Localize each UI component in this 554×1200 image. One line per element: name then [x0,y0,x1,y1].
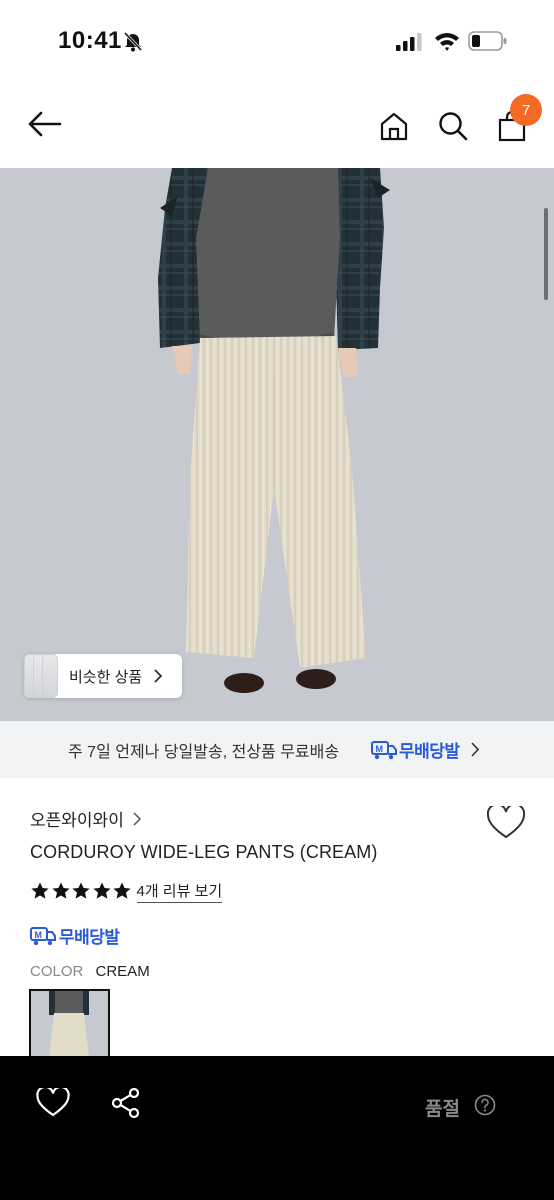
chevron-right-icon [154,669,163,683]
similar-products-label: 비슷한 상품 [69,669,143,686]
delivery-logo-text: 무배당발 [399,742,460,761]
wishlist-heart-icon[interactable] [487,806,525,840]
cart-count-badge: 7 [510,94,542,126]
arrow-left-icon [28,111,62,137]
star-icon [72,882,90,899]
status-time: 10:41 [58,27,122,54]
product-title: CORDUROY WIDE-LEG PANTS (CREAM) [30,842,378,862]
battery-icon [468,31,507,51]
bottom-action-bar: 품절 [0,1056,554,1200]
delivery-text: 주 7일 언제나 당일발송, 전상품 무료배송 [68,744,340,761]
search-icon [439,112,468,141]
color-row: COLOR CREAM [30,963,150,980]
home-icon [380,112,408,141]
brand-name: 오픈와이와이 [30,811,124,830]
chevron-right-icon [133,811,141,826]
free-delivery-text: 무배당발 [59,928,120,947]
status-bar: 10:41 [0,0,554,84]
signal-icon [396,33,422,51]
similar-thumb-3 [42,654,58,698]
swatch-thumbnail [31,991,108,1057]
image-scroll-indicator [544,208,548,300]
delivery-truck-icon: M [371,741,397,760]
home-button[interactable] [374,106,414,146]
help-icon[interactable] [474,1094,496,1116]
like-heart-icon[interactable] [36,1088,70,1118]
back-button[interactable] [24,104,64,144]
product-image[interactable] [0,168,554,721]
chevron-right-icon [471,742,480,757]
free-delivery-badge: M 무배당발 [30,923,120,948]
review-link[interactable]: 4개 리뷰 보기 [136,880,223,903]
star-icon [92,882,111,899]
star-icon [113,882,131,899]
delivery-truck-icon: M [30,926,56,945]
svg-text:M: M [35,930,43,940]
bell-off-icon [123,31,143,52]
svg-text:M: M [376,744,384,754]
color-value: CREAM [95,963,150,980]
top-nav-bar [0,84,554,168]
share-icon[interactable] [110,1087,142,1119]
search-button[interactable] [433,106,473,146]
star-icon [31,882,49,899]
model-photo [158,168,390,693]
color-swatch-cream[interactable] [29,989,110,1059]
similar-products-button[interactable]: 비슷한 상품 [24,654,182,698]
star-icon [51,882,70,899]
rating-stars [30,881,133,901]
wifi-icon [435,33,459,51]
color-label: COLOR [30,963,84,980]
delivery-banner[interactable]: 주 7일 언제나 당일발송, 전상품 무료배송 M 무배당발 [0,721,554,778]
soldout-label: 품절 [425,1099,460,1120]
brand-link[interactable]: 오픈와이와이 [30,806,142,831]
rating-row: 4개 리뷰 보기 [30,880,223,903]
